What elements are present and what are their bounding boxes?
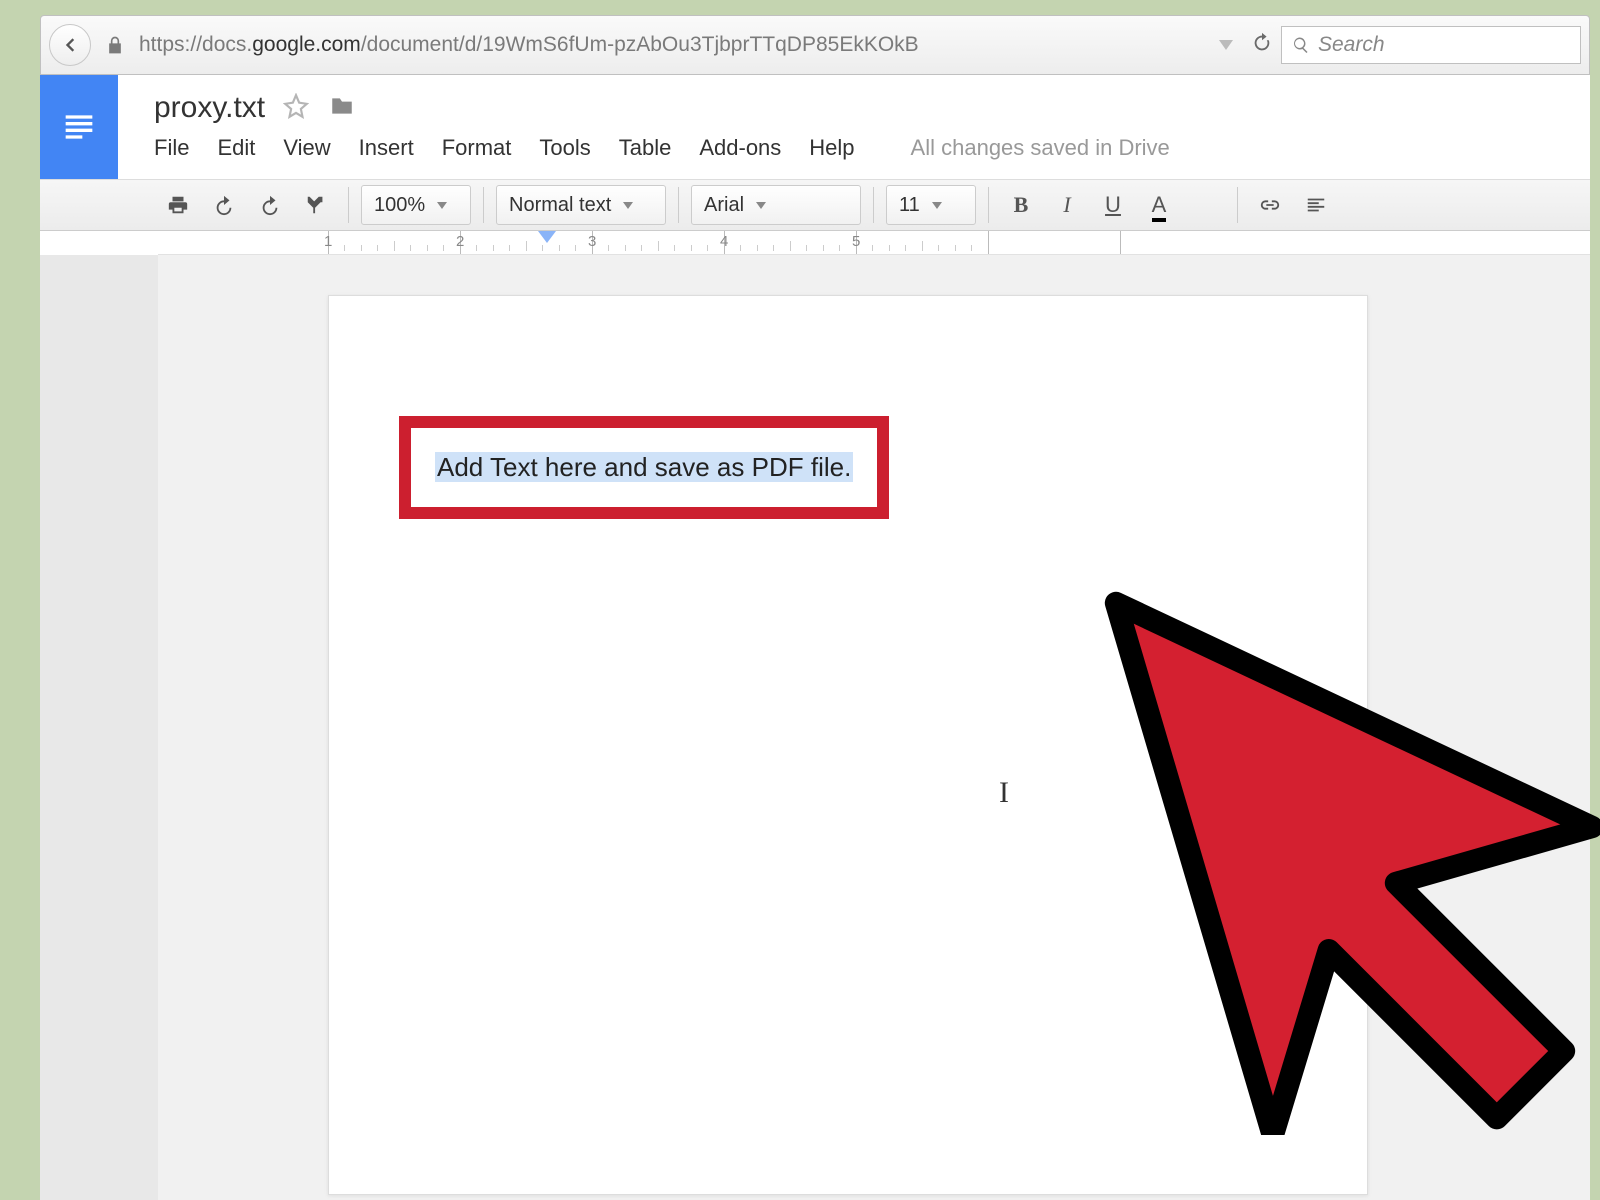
reload-button[interactable] <box>1251 32 1273 59</box>
chevron-down-icon <box>623 202 633 209</box>
browser-search-box[interactable]: Search <box>1281 26 1581 64</box>
zoom-select[interactable]: 100% <box>361 185 471 225</box>
align-button[interactable] <box>1296 185 1336 225</box>
insert-link-button[interactable] <box>1250 185 1290 225</box>
font-size-select[interactable]: 11 <box>886 185 976 225</box>
text-color-button[interactable]: A <box>1139 185 1179 225</box>
zoom-value: 100% <box>374 194 425 217</box>
document-title[interactable]: proxy.txt <box>154 91 265 125</box>
toolbar-separator <box>678 187 679 223</box>
docs-app: proxy.txt File Edit View Insert Format T… <box>40 75 1590 1200</box>
redo-icon <box>259 194 281 216</box>
horizontal-ruler[interactable]: 1 2 3 4 5 <box>158 231 1590 255</box>
chevron-down-icon <box>932 202 942 209</box>
menu-addons[interactable]: Add-ons <box>699 135 781 161</box>
lock-icon <box>105 35 125 55</box>
underline-button[interactable]: U <box>1093 185 1133 225</box>
menu-help[interactable]: Help <box>809 135 854 161</box>
document-body-text[interactable]: Add Text here and save as PDF file. <box>435 452 853 482</box>
paragraph-style-select[interactable]: Normal text <box>496 185 666 225</box>
save-status: All changes saved in Drive <box>911 135 1170 161</box>
reload-icon <box>1251 32 1273 54</box>
url-domain: google.com <box>252 33 361 56</box>
font-select[interactable]: Arial <box>691 185 861 225</box>
search-icon <box>1292 36 1310 54</box>
text-caret-icon: I <box>999 776 1009 810</box>
italic-button[interactable]: I <box>1047 185 1087 225</box>
ruler-number: 3 <box>588 233 596 250</box>
ruler-number: 4 <box>720 233 728 250</box>
url-suffix: /document/d/19WmS6fUm-pzAbOu3TjbprTTqDP8… <box>361 33 919 56</box>
toolbar-separator <box>348 187 349 223</box>
print-button[interactable] <box>158 185 198 225</box>
menu-insert[interactable]: Insert <box>359 135 414 161</box>
menu-view[interactable]: View <box>283 135 330 161</box>
redo-button[interactable] <box>250 185 290 225</box>
undo-button[interactable] <box>204 185 244 225</box>
docs-logo[interactable] <box>40 75 118 179</box>
paint-format-button[interactable] <box>296 185 336 225</box>
formatting-toolbar: 100% Normal text Arial 11 B I U A <box>40 179 1590 231</box>
url-dropdown-icon[interactable] <box>1219 40 1233 50</box>
arrow-left-icon <box>60 35 80 55</box>
docs-header: proxy.txt File Edit View Insert Format T… <box>40 75 1590 179</box>
star-button[interactable] <box>283 93 309 124</box>
search-placeholder: Search <box>1318 33 1385 57</box>
undo-icon <box>213 194 235 216</box>
bold-button[interactable]: B <box>1001 185 1041 225</box>
chevron-down-icon <box>437 202 447 209</box>
font-size-value: 11 <box>899 194 920 217</box>
annotation-cursor-arrow <box>1040 575 1600 1135</box>
chevron-down-icon <box>756 202 766 209</box>
text-color-label: A <box>1152 192 1167 218</box>
annotation-highlight-box: Add Text here and save as PDF file. <box>399 416 889 519</box>
font-value: Arial <box>704 194 744 217</box>
link-icon <box>1259 194 1281 216</box>
paint-format-icon <box>305 194 327 216</box>
ruler-number: 1 <box>324 233 332 250</box>
toolbar-separator <box>483 187 484 223</box>
star-icon <box>283 93 309 119</box>
cursor-arrow-icon <box>1040 575 1600 1135</box>
text-color-dropdown[interactable] <box>1185 185 1225 225</box>
toolbar-separator <box>988 187 989 223</box>
align-left-icon <box>1305 194 1327 216</box>
menu-tools[interactable]: Tools <box>539 135 590 161</box>
folder-icon <box>327 93 357 119</box>
menu-bar: File Edit View Insert Format Tools Table… <box>154 135 1590 161</box>
docs-icon <box>59 107 99 147</box>
browser-toolbar: https://docs.google.com/document/d/19WmS… <box>40 15 1590 75</box>
paragraph-style-value: Normal text <box>509 194 611 217</box>
print-icon <box>167 194 189 216</box>
back-button[interactable] <box>49 24 91 66</box>
toolbar-separator <box>1237 187 1238 223</box>
menu-edit[interactable]: Edit <box>217 135 255 161</box>
menu-file[interactable]: File <box>154 135 189 161</box>
menu-table[interactable]: Table <box>619 135 672 161</box>
toolbar-separator <box>873 187 874 223</box>
move-to-folder-button[interactable] <box>327 93 357 124</box>
url-prefix: https://docs. <box>139 33 252 56</box>
ruler-number: 2 <box>456 233 464 250</box>
address-bar[interactable]: https://docs.google.com/document/d/19WmS… <box>133 33 1201 57</box>
menu-format[interactable]: Format <box>442 135 512 161</box>
ruler-number: 5 <box>852 233 860 250</box>
